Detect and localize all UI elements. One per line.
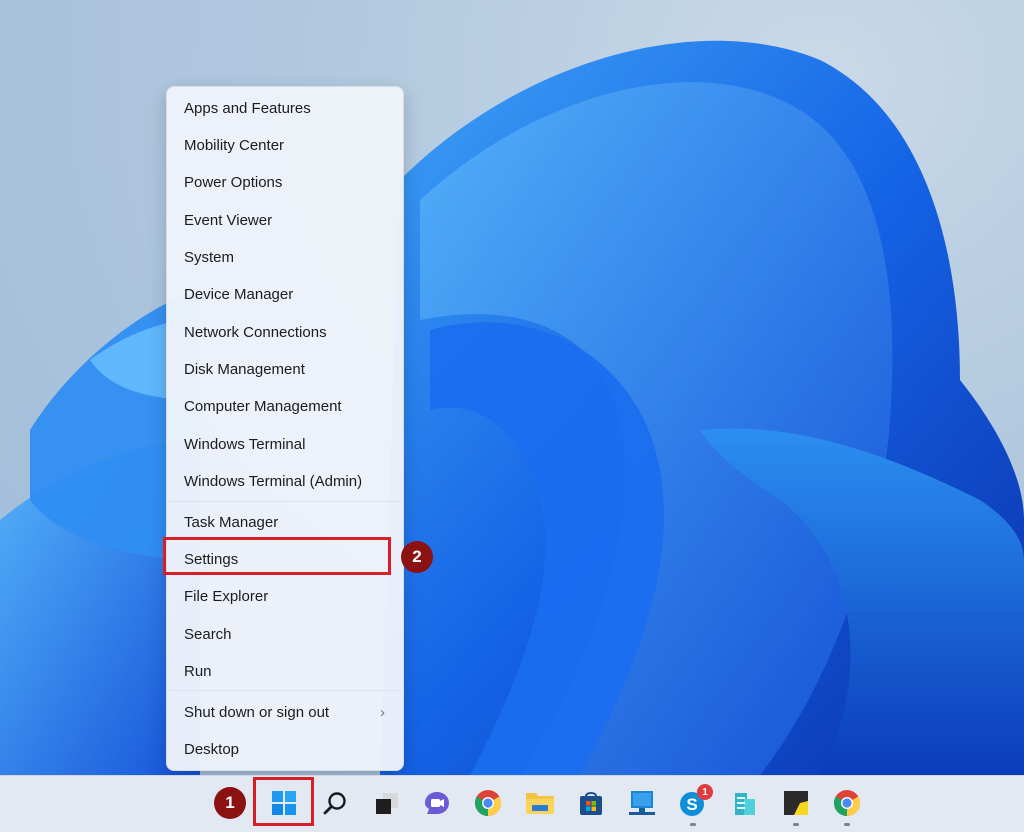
menu-item-shut-down-or-sign-out[interactable]: Shut down or sign out › <box>167 695 403 729</box>
chrome-button-2[interactable] <box>831 787 863 819</box>
file-explorer-button[interactable] <box>524 787 556 819</box>
menu-item-search[interactable]: Search <box>167 617 403 651</box>
skype-notification-badge: 1 <box>697 784 713 800</box>
running-indicator <box>793 823 799 826</box>
menu-item-label: Mobility Center <box>184 136 285 154</box>
menu-separator <box>169 690 401 691</box>
running-indicator <box>690 823 696 826</box>
taskbar: S 1 <box>0 775 1024 832</box>
teams-chat-button[interactable] <box>421 787 453 819</box>
remote-desktop-button[interactable] <box>626 787 658 819</box>
sticky-notes-button[interactable] <box>780 787 812 819</box>
menu-item-label: Disk Management <box>184 360 305 378</box>
menu-item-mobility-center[interactable]: Mobility Center <box>167 128 403 162</box>
menu-item-power-options[interactable]: Power Options <box>167 165 403 199</box>
menu-item-file-explorer[interactable]: File Explorer <box>167 579 403 613</box>
menu-item-system[interactable]: System <box>167 240 403 274</box>
menu-item-label: Shut down or sign out <box>184 703 330 721</box>
search-button[interactable] <box>319 787 351 819</box>
teams-chat-icon <box>425 792 449 814</box>
menu-item-label: Apps and Features <box>184 99 311 117</box>
task-view-button[interactable] <box>371 787 403 819</box>
menu-item-label: Windows Terminal <box>184 435 306 453</box>
menu-item-event-viewer[interactable]: Event Viewer <box>167 203 403 237</box>
running-indicator <box>844 823 850 826</box>
menu-item-computer-management[interactable]: Computer Management <box>167 389 403 423</box>
chrome-button[interactable] <box>472 787 504 819</box>
settings-highlight-box <box>163 537 391 575</box>
wallpaper-bloom <box>0 40 1024 775</box>
menu-item-windows-terminal-admin[interactable]: Windows Terminal (Admin) <box>167 464 403 498</box>
menu-item-disk-management[interactable]: Disk Management <box>167 352 403 386</box>
menu-item-windows-terminal[interactable]: Windows Terminal <box>167 427 403 461</box>
chrome-icon <box>474 790 502 817</box>
file-explorer-icon <box>526 793 554 814</box>
menu-item-label: Run <box>184 662 212 680</box>
chevron-right-icon: › <box>380 703 385 721</box>
chrome-icon <box>833 790 861 817</box>
microsoft-store-icon <box>580 792 602 815</box>
menu-item-desktop[interactable]: Desktop <box>167 732 403 766</box>
search-icon <box>323 792 346 815</box>
start-highlight-box <box>253 777 314 826</box>
menu-item-label: System <box>184 248 235 266</box>
menu-item-label: Network Connections <box>184 323 327 341</box>
menu-item-label: File Explorer <box>184 587 269 605</box>
step-badge-1: 1 <box>214 787 246 819</box>
azure-data-studio-button[interactable] <box>729 787 761 819</box>
svg-text:S: S <box>686 795 697 814</box>
menu-item-label: Search <box>184 625 232 643</box>
winx-context-menu: Apps and Features Mobility Center Power … <box>166 86 404 771</box>
menu-item-run[interactable]: Run <box>167 654 403 688</box>
step-badge-2: 2 <box>401 541 433 573</box>
task-view-icon <box>376 793 398 814</box>
sticky-notes-icon <box>784 791 808 815</box>
menu-item-label: Computer Management <box>184 397 342 415</box>
microsoft-store-button[interactable] <box>575 787 607 819</box>
menu-item-network-connections[interactable]: Network Connections <box>167 315 403 349</box>
menu-item-label: Event Viewer <box>184 211 273 229</box>
azure-data-studio-icon <box>735 793 755 815</box>
menu-item-label: Power Options <box>184 173 283 191</box>
menu-item-device-manager[interactable]: Device Manager <box>167 277 403 311</box>
menu-item-task-manager[interactable]: Task Manager <box>167 505 403 539</box>
menu-item-label: Device Manager <box>184 285 294 303</box>
menu-item-label: Desktop <box>184 740 240 758</box>
menu-separator <box>169 501 401 502</box>
menu-item-apps-and-features[interactable]: Apps and Features <box>167 91 403 125</box>
remote-desktop-icon <box>629 791 655 815</box>
menu-item-label: Windows Terminal (Admin) <box>184 472 363 490</box>
menu-item-label: Task Manager <box>184 513 279 531</box>
desktop <box>0 0 1024 775</box>
